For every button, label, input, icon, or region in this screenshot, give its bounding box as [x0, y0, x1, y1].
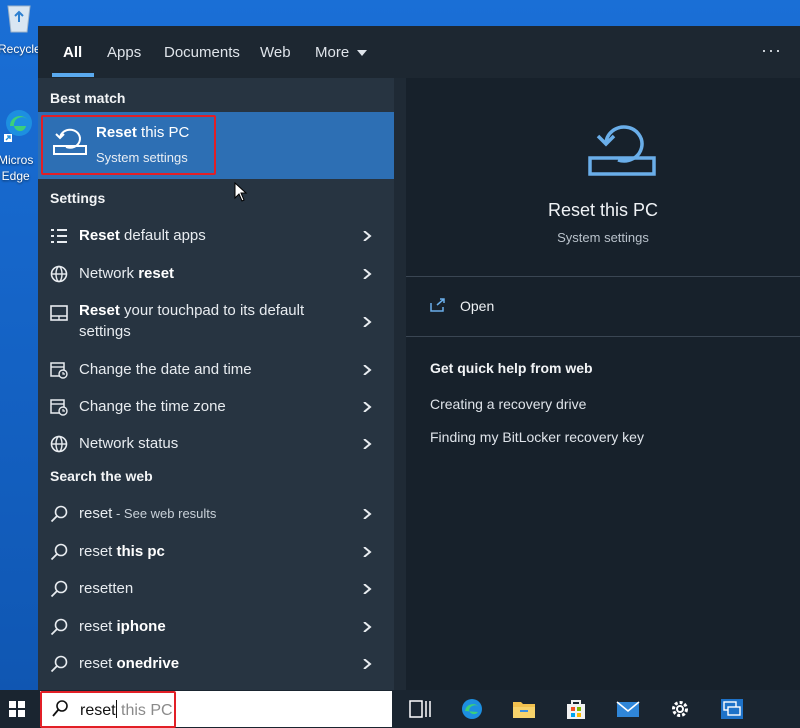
globe-icon: [50, 265, 68, 283]
active-tab-indicator: [52, 73, 94, 77]
help-link[interactable]: Finding my BitLocker recovery key: [430, 429, 644, 445]
store-icon[interactable]: [564, 698, 588, 720]
chevron-right-icon: [363, 317, 372, 327]
list-item[interactable]: Change the time zone: [38, 389, 394, 425]
calendar-clock-icon: [50, 399, 68, 416]
divider: [406, 336, 800, 337]
calendar-clock-icon: [50, 362, 68, 379]
tab-more-label: More: [315, 44, 350, 61]
chevron-right-icon: [363, 659, 372, 669]
edge-shortcut[interactable]: Micros Edge: [0, 108, 38, 183]
windows-start-icon[interactable]: [9, 701, 25, 717]
help-link[interactable]: Creating a recovery drive: [430, 396, 586, 412]
list-item[interactable]: resetten: [38, 571, 394, 607]
list-item[interactable]: reset - See web results: [38, 496, 394, 532]
quick-help-heading: Get quick help from web: [430, 360, 593, 376]
list-item[interactable]: reset this pc: [38, 534, 394, 570]
globe-icon: [50, 435, 68, 453]
mail-icon[interactable]: [616, 698, 640, 720]
search-tabs-bar: All Apps Documents Web More ···: [38, 26, 800, 78]
list-item[interactable]: reset iphone: [38, 609, 394, 645]
search-query: reset this PC: [80, 700, 173, 719]
settings-gear-icon[interactable]: [668, 698, 692, 720]
microsoft-edge-icon: [4, 110, 32, 142]
reset-pc-icon: [53, 128, 87, 155]
best-match-subtitle: System settings: [96, 150, 188, 165]
search-icon: [50, 655, 68, 673]
remote-desktop-icon[interactable]: [720, 698, 744, 720]
list-item[interactable]: Reset your touchpad to its default setti…: [38, 294, 394, 350]
section-best-match: Best match: [50, 90, 126, 106]
preview-pane: Reset this PC System settings Open Get q…: [406, 78, 800, 690]
section-search-web: Search the web: [50, 468, 153, 484]
section-settings: Settings: [50, 190, 106, 206]
recycle-bin-label: Recycle: [0, 42, 41, 56]
results-list: Best match Reset this PC System settings…: [38, 78, 394, 690]
divider: [406, 276, 800, 277]
best-match-reset-this-pc[interactable]: Reset this PC System settings: [38, 112, 394, 179]
tab-more[interactable]: More: [315, 44, 368, 61]
taskbar-search-input[interactable]: reset this PC: [40, 691, 392, 728]
chevron-right-icon: [363, 439, 372, 449]
chevron-right-icon: [363, 365, 372, 375]
preview-title: Reset this PC: [547, 200, 659, 220]
touchpad-icon: [50, 305, 68, 321]
tab-all[interactable]: All: [63, 44, 82, 61]
mouse-cursor-icon: [234, 182, 248, 202]
list-item[interactable]: Network reset: [38, 256, 394, 292]
chevron-right-icon: [363, 402, 372, 412]
tab-web[interactable]: Web: [260, 44, 291, 61]
search-icon: [50, 580, 68, 598]
search-icon: [52, 700, 68, 717]
task-view-icon[interactable]: [408, 698, 432, 720]
list-item[interactable]: Network status: [38, 426, 394, 462]
chevron-right-icon: [363, 547, 372, 557]
list-item[interactable]: reset onedrive: [38, 646, 394, 682]
search-icon: [50, 618, 68, 636]
chevron-right-icon: [363, 509, 372, 519]
tab-apps[interactable]: Apps: [107, 44, 141, 61]
taskbar: reset this PC: [0, 690, 800, 728]
chevron-right-icon: [363, 622, 372, 632]
more-options-icon[interactable]: ···: [761, 40, 782, 61]
open-action[interactable]: Open: [460, 298, 494, 314]
preview-subtitle: System settings: [557, 230, 649, 245]
tab-documents[interactable]: Documents: [164, 44, 240, 61]
best-match-title: Reset this PC: [96, 124, 190, 141]
chevron-right-icon: [363, 231, 372, 241]
search-icon: [50, 505, 68, 523]
recycle-bin-icon: [7, 5, 31, 33]
search-panel: All Apps Documents Web More ··· Best mat…: [38, 26, 800, 690]
chevron-right-icon: [363, 584, 372, 594]
edge-label: Micros Edge: [0, 153, 34, 183]
edge-browser-icon[interactable]: [460, 698, 484, 720]
chevron-right-icon: [363, 269, 372, 279]
list-icon: [51, 229, 67, 243]
recycle-bin-shortcut[interactable]: Recycle: [0, 0, 41, 56]
caret-down-icon: [357, 50, 368, 56]
list-item[interactable]: Change the date and time: [38, 352, 394, 388]
list-item[interactable]: Reset default apps: [38, 218, 394, 254]
file-explorer-icon[interactable]: [512, 698, 536, 720]
reset-pc-icon: [588, 125, 656, 176]
open-icon: [430, 298, 445, 312]
search-icon: [50, 543, 68, 561]
